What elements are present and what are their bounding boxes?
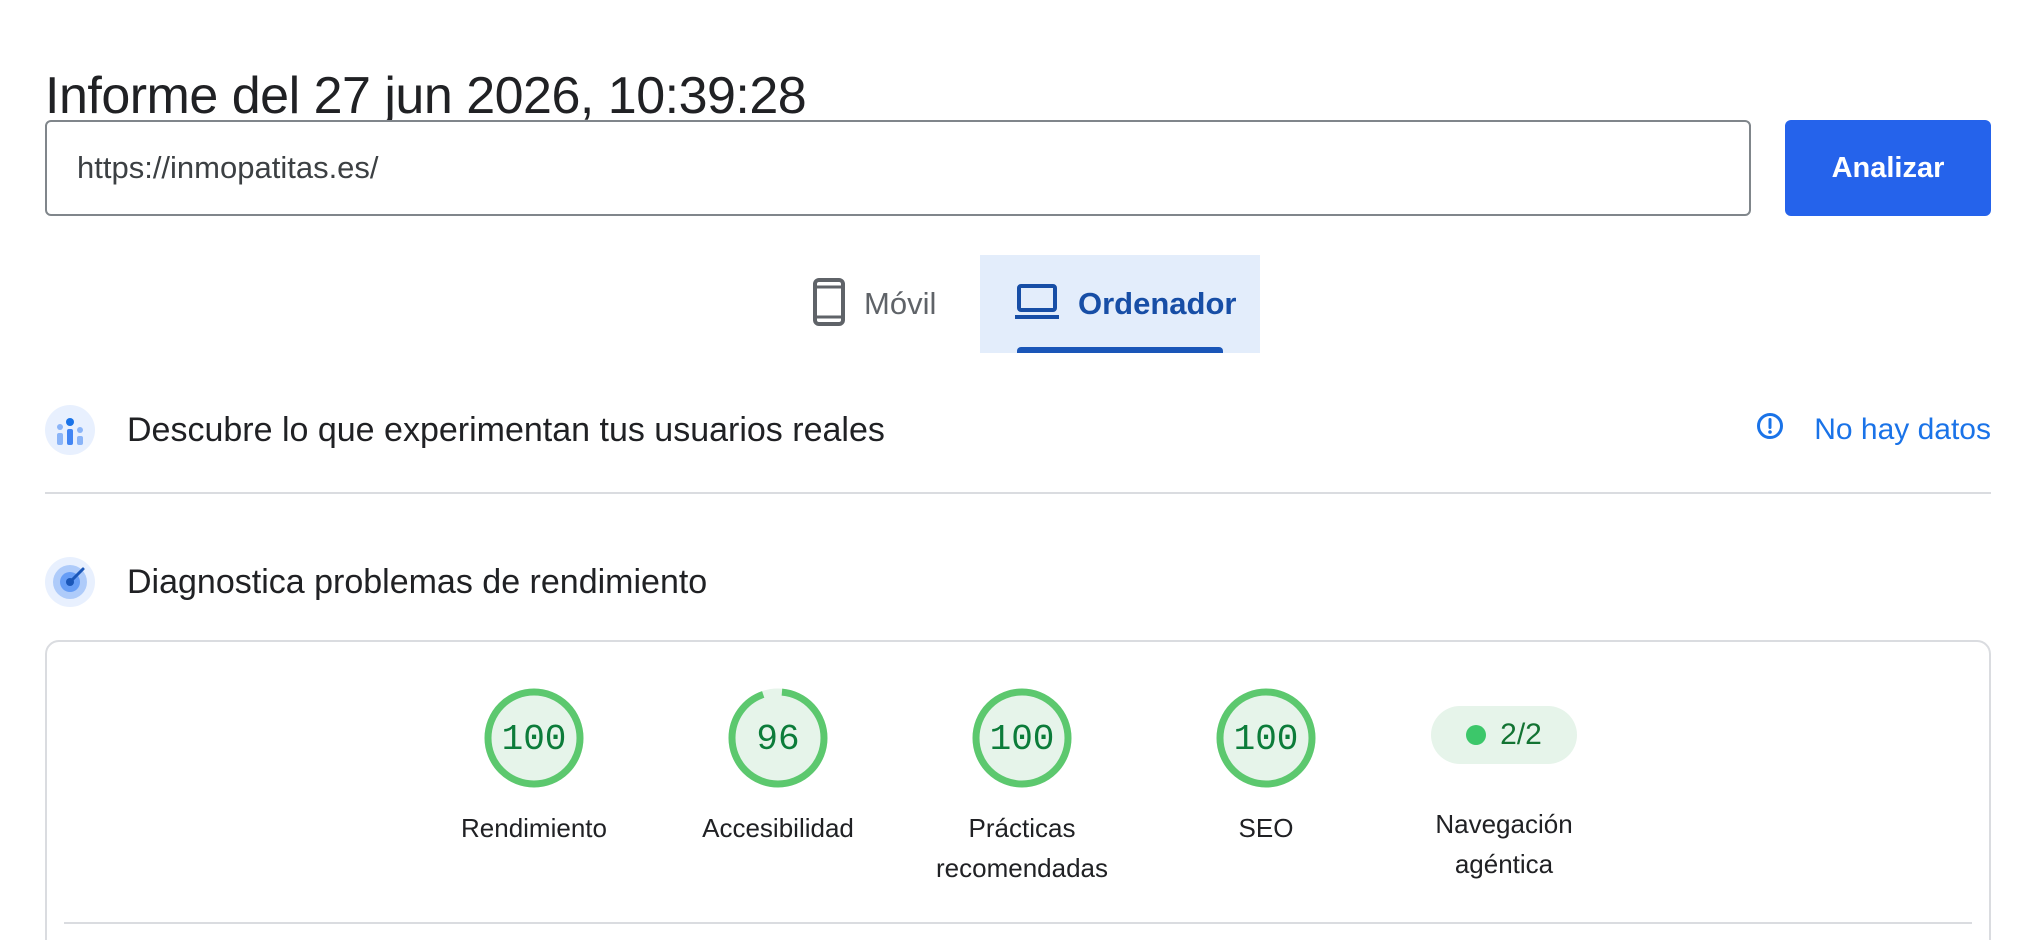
pagespeed-report-page: Informe del 27 jun 2026, 10:39:28 Analiz…	[0, 0, 2032, 940]
score-label: Accesibilidad	[702, 813, 854, 843]
score-label: Prácticas recomendadas	[936, 813, 1108, 883]
tab-desktop-label: Ordenador	[1078, 286, 1237, 321]
no-data-label: No hay datos	[1814, 413, 1991, 446]
tab-active-indicator	[1017, 347, 1223, 353]
smartphone-icon	[812, 277, 846, 331]
gauge-ring: 100	[484, 688, 584, 788]
score-gauge[interactable]: 100 SEO	[1146, 686, 1386, 848]
gauge-ring: 100	[1216, 688, 1316, 788]
score-value: 100	[502, 719, 567, 760]
lab-data-title: Diagnostica problemas de rendimiento	[127, 562, 708, 601]
score-value: 96	[756, 719, 799, 760]
gauge-ring: 96	[728, 688, 828, 788]
tab-mobile[interactable]: Móvil	[800, 255, 980, 353]
radar-icon	[45, 557, 95, 607]
analyze-button[interactable]: Analizar	[1785, 120, 1991, 216]
score-gauge[interactable]: 96 Accesibilidad	[658, 686, 898, 848]
tab-mobile-label: Móvil	[864, 286, 937, 321]
section-divider	[45, 492, 1991, 494]
score-label: Rendimiento	[461, 813, 607, 843]
laptop-icon	[1014, 283, 1060, 326]
score-gauge[interactable]: 100 Prácticas recomendadas	[902, 686, 1142, 888]
field-data-section: Descubre lo que experimentan tus usuario…	[45, 395, 1991, 465]
card-divider	[64, 922, 1972, 924]
gauge-ring: 100	[972, 688, 1072, 788]
no-data-link[interactable]: No hay datos	[1756, 412, 1991, 448]
score-gauge[interactable]: 100 Rendimiento	[414, 686, 654, 848]
agentic-navigation-score[interactable]: 2/2 Navegación agéntica	[1384, 706, 1624, 884]
score-label: SEO	[1238, 813, 1294, 843]
users-chart-icon	[45, 405, 95, 455]
agentic-label: Navegación agéntica	[1435, 809, 1573, 879]
agentic-value: 2/2	[1500, 718, 1542, 751]
lab-data-section: Diagnostica problemas de rendimiento	[45, 547, 1991, 617]
url-input[interactable]	[45, 120, 1751, 216]
info-icon	[1756, 412, 1784, 448]
field-data-title: Descubre lo que experimentan tus usuario…	[127, 410, 885, 449]
score-value: 100	[990, 719, 1055, 760]
pass-dot-icon	[1466, 725, 1487, 745]
score-value: 100	[1234, 719, 1299, 760]
agentic-pill: 2/2	[1431, 706, 1577, 764]
tab-desktop[interactable]: Ordenador	[980, 255, 1260, 353]
